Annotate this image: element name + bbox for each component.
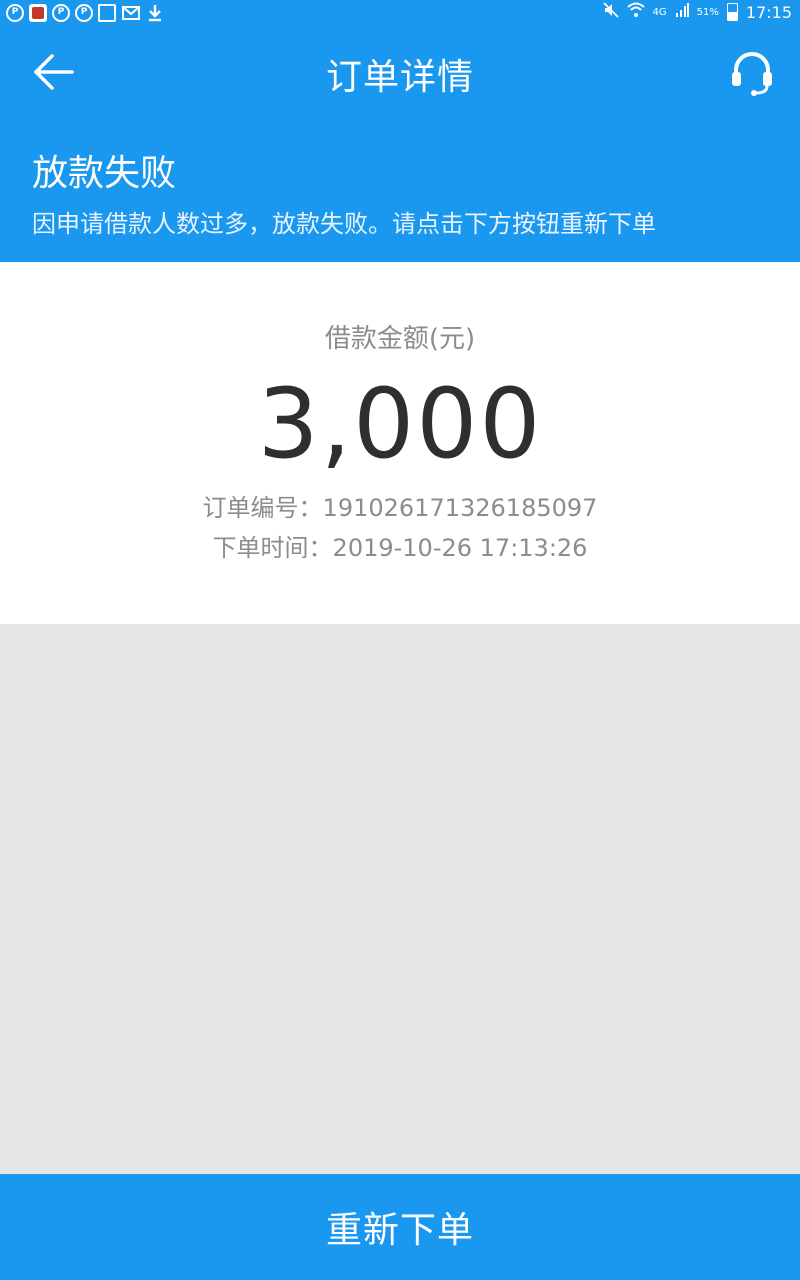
order-number: 订单编号：191026171326185097	[202, 494, 598, 522]
download-icon	[145, 3, 164, 22]
order-time: 下单时间：2019-10-26 17:13:26	[212, 534, 588, 562]
chat-app-icon: P	[6, 3, 24, 22]
status-bar: P P P 4G 51% 17:15	[0, 0, 800, 26]
order-detail-page: P P P 4G 51% 17:15 订单详情 放款失败 因申请借款人数过多，放…	[0, 0, 800, 1280]
headset-icon	[732, 52, 772, 96]
status-description: 因申请借款人数过多，放款失败。请点击下方按钮重新下单	[32, 210, 656, 238]
reorder-button[interactable]: 重新下单	[0, 1174, 800, 1280]
network-type: 4G	[652, 6, 667, 18]
wifi-icon	[626, 2, 645, 22]
mail-icon	[121, 3, 140, 22]
notification-icons: P P P	[6, 3, 164, 22]
chat-app-icon: P	[52, 3, 70, 22]
clock: 17:15	[745, 2, 792, 22]
battery-percent: 51%	[696, 6, 719, 18]
signal-icon	[675, 2, 689, 22]
system-status: 4G 51% 17:15	[602, 2, 792, 22]
status-title: 放款失败	[32, 153, 177, 194]
loan-amount: 3,000	[257, 368, 543, 480]
chat-app-icon: P	[75, 3, 93, 22]
mute-icon	[602, 2, 619, 22]
page-title: 订单详情	[325, 57, 474, 98]
customer-service-button[interactable]	[726, 46, 778, 98]
amount-label: 借款金额(元)	[324, 324, 476, 354]
battery-icon	[726, 3, 738, 21]
header: 订单详情 放款失败 因申请借款人数过多，放款失败。请点击下方按钮重新下单	[0, 26, 800, 262]
loan-info-card: 借款金额(元) 3,000 订单编号：191026171326185097 下单…	[0, 262, 800, 624]
app-notification-icon	[29, 3, 47, 22]
image-icon	[98, 3, 116, 22]
